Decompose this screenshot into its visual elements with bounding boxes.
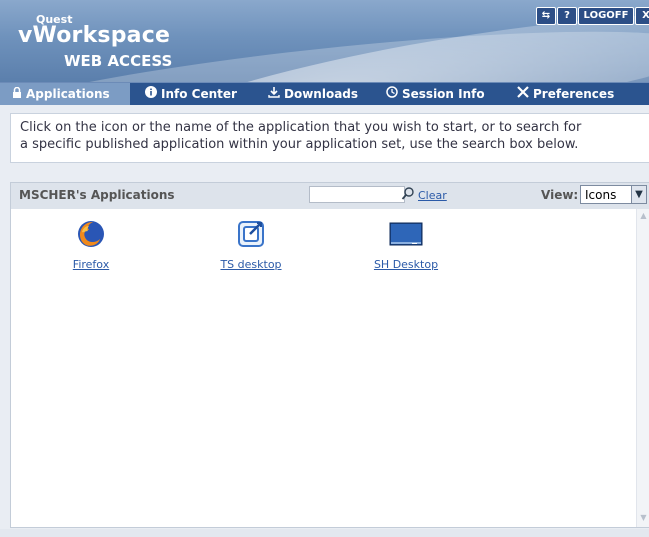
- help-button[interactable]: ?: [557, 7, 577, 25]
- logoff-button[interactable]: LOGOFF: [578, 7, 634, 25]
- instructions-line: a specific published application within …: [20, 137, 579, 152]
- apps-panel-header: MSCHER's Applications Clear View: Icons …: [10, 182, 649, 210]
- tab-label: Info Center: [161, 87, 237, 101]
- tab-preferences[interactable]: Preferences: [517, 83, 614, 105]
- scroll-down-icon[interactable]: ▼: [637, 513, 649, 525]
- tab-label: Session Info: [402, 87, 485, 101]
- info-icon: [145, 83, 157, 105]
- app-label[interactable]: Firefox: [51, 258, 131, 271]
- tab-label: Downloads: [284, 87, 359, 101]
- brand-subtitle: WEB ACCESS: [64, 52, 173, 70]
- app-item-sh-desktop[interactable]: SH Desktop: [366, 219, 446, 271]
- chevron-down-icon[interactable]: ▼: [631, 186, 646, 203]
- firefox-icon[interactable]: [76, 221, 106, 253]
- download-icon: [268, 83, 280, 105]
- tools-icon: [517, 83, 529, 105]
- app-item-firefox[interactable]: Firefox: [51, 219, 131, 271]
- apps-list: Firefox TS desktop SH Desktop ▲ ▼: [10, 209, 649, 528]
- app-label[interactable]: TS desktop: [211, 258, 291, 271]
- tab-label: Applications: [26, 87, 110, 101]
- view-select-value: Icons: [585, 188, 617, 202]
- scroll-up-icon[interactable]: ▲: [637, 211, 649, 223]
- tab-info-center[interactable]: Info Center: [145, 83, 237, 105]
- main-nav: Applications Info Center Downloads Sessi…: [0, 82, 649, 105]
- lock-icon: [12, 83, 22, 105]
- tab-downloads[interactable]: Downloads: [268, 83, 358, 105]
- tab-applications[interactable]: Applications: [0, 83, 130, 105]
- tab-session-info[interactable]: Session Info: [386, 83, 485, 105]
- instructions-panel: Click on the icon or the name of the app…: [10, 113, 649, 163]
- clear-search-link[interactable]: Clear: [418, 189, 447, 202]
- app-item-ts-desktop[interactable]: TS desktop: [211, 219, 291, 271]
- close-button[interactable]: X: [635, 7, 649, 25]
- clock-icon: [386, 83, 398, 105]
- tab-label: Preferences: [533, 87, 615, 101]
- app-label[interactable]: SH Desktop: [366, 258, 446, 271]
- search-input[interactable]: [309, 186, 405, 203]
- instructions-line: Click on the icon or the name of the app…: [20, 120, 582, 135]
- ts-desktop-icon[interactable]: [236, 221, 266, 253]
- apps-panel-title: MSCHER's Applications: [19, 188, 175, 202]
- view-select[interactable]: Icons ▼: [580, 185, 647, 204]
- refresh-button[interactable]: ⇆: [536, 7, 556, 25]
- footer-strip: [0, 529, 649, 537]
- vertical-scrollbar[interactable]: ▲ ▼: [636, 209, 649, 527]
- monitor-icon[interactable]: [388, 222, 424, 253]
- search-icon[interactable]: [401, 186, 415, 201]
- header-banner: Quest vWorkspace WEB ACCESS ⇆ ? LOGOFF X: [0, 0, 649, 82]
- view-label: View:: [541, 188, 579, 202]
- brand-product: vWorkspace: [18, 23, 171, 48]
